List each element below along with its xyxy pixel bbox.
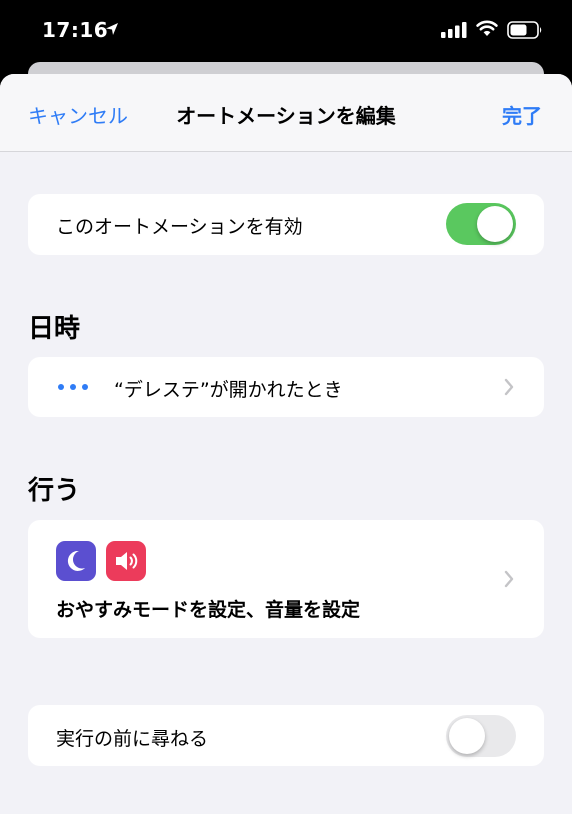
chevron-right-icon	[504, 570, 514, 588]
location-arrow-icon	[106, 23, 118, 35]
trigger-row[interactable]: “デレステ”が開かれたとき	[28, 357, 544, 417]
actions-summary: おやすみモードを設定、音量を設定	[56, 599, 361, 621]
ask-before-running-row: 実行の前に尋ねる	[28, 705, 544, 766]
trigger-section-title: 日時	[28, 314, 81, 344]
ellipsis-icon	[58, 384, 88, 390]
moon-icon	[56, 541, 96, 581]
enable-automation-label: このオートメーションを有効	[56, 216, 303, 238]
actions-row[interactable]: おやすみモードを設定、音量を設定	[28, 520, 544, 638]
toggle-knob	[449, 718, 485, 754]
status-bar: 17:16	[0, 0, 572, 62]
enable-automation-toggle[interactable]	[446, 203, 516, 245]
enable-automation-row: このオートメーションを有効	[28, 194, 544, 255]
action-section-title: 行う	[28, 476, 81, 506]
done-button[interactable]: 完了	[502, 100, 542, 129]
toggle-knob	[477, 206, 513, 242]
page-title: オートメーションを編集	[176, 104, 396, 128]
wifi-icon	[476, 20, 498, 36]
status-time: 17:16	[42, 18, 109, 42]
chevron-right-icon	[504, 378, 514, 396]
edit-automation-sheet: キャンセル オートメーションを編集 完了 このオートメーションを有効 日時 “デ…	[0, 74, 572, 814]
battery-icon	[507, 21, 542, 39]
cellular-signal-icon	[441, 22, 467, 38]
speaker-icon	[106, 541, 146, 581]
navigation-bar: キャンセル オートメーションを編集 完了	[0, 74, 572, 152]
trigger-label: “デレステ”が開かれたとき	[114, 379, 343, 401]
ask-before-running-label: 実行の前に尋ねる	[56, 728, 209, 750]
ask-before-running-toggle[interactable]	[446, 715, 516, 757]
